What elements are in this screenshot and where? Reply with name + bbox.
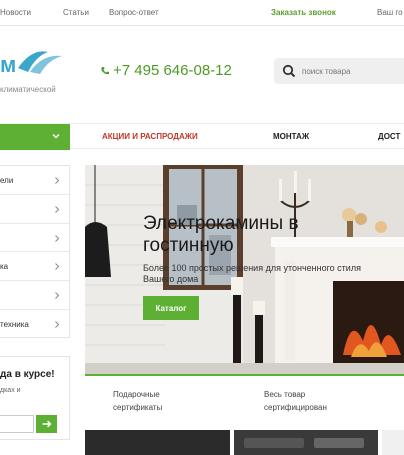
feature-line: Весь товар bbox=[264, 390, 306, 399]
chevron-down-icon bbox=[52, 133, 60, 139]
logo-tagline: климатической bbox=[0, 85, 56, 94]
hero-underline bbox=[85, 374, 404, 376]
account-link[interactable]: Ваш го bbox=[377, 8, 403, 17]
catalog-menu-button[interactable] bbox=[0, 124, 70, 150]
category-sidebar: ели ка техника bbox=[0, 165, 70, 338]
search-icon[interactable] bbox=[282, 64, 296, 78]
subscribe-submit-button[interactable] bbox=[36, 415, 57, 433]
sidebar-item[interactable]: техника bbox=[0, 310, 69, 339]
sidebar-item[interactable]: ка bbox=[0, 252, 69, 282]
phone-icon bbox=[101, 66, 109, 74]
subscribe-title: да в курсе! bbox=[0, 369, 55, 380]
chevron-right-icon bbox=[55, 263, 60, 271]
topbar-link-news[interactable]: Новости bbox=[0, 8, 31, 17]
search-box bbox=[274, 58, 404, 84]
hero-title: Электрокамины в гостинную bbox=[143, 213, 299, 256]
phone-number[interactable]: +7 495 646-08-12 bbox=[100, 62, 232, 79]
arrow-right-icon bbox=[42, 420, 51, 428]
logo-mark-icon: м bbox=[0, 51, 62, 77]
subscribe-box: да в курсе! дках и bbox=[0, 356, 70, 440]
chevron-right-icon bbox=[55, 234, 60, 242]
phone-text: +7 495 646-08-12 bbox=[113, 62, 232, 79]
sidebar-item-label: техника bbox=[0, 319, 29, 329]
page: Новости Статьи Вопрос-ответ Заказать зво… bbox=[0, 0, 404, 455]
feature-line: сертифицирован bbox=[264, 403, 327, 412]
main-nav: АКЦИИ И РАСПРОДАЖИ МОНТАЖ ДОСТ bbox=[0, 123, 404, 150]
sidebar-item-label: ели bbox=[0, 176, 14, 185]
top-bar: Новости Статьи Вопрос-ответ Заказать зво… bbox=[0, 0, 404, 26]
feature-line: сертификаты bbox=[113, 403, 163, 412]
nav-item-installation[interactable]: МОНТАЖ bbox=[273, 132, 309, 141]
sidebar-item-label: ка bbox=[0, 262, 9, 272]
feature-gift-cards[interactable]: Подарочные сертификаты bbox=[113, 388, 162, 414]
search-input[interactable] bbox=[302, 66, 402, 76]
nav-item-delivery[interactable]: ДОСТ bbox=[378, 132, 400, 141]
callback-link[interactable]: Заказать звонок bbox=[271, 8, 336, 17]
chevron-right-icon bbox=[55, 177, 60, 184]
product-tile[interactable] bbox=[85, 430, 230, 455]
subscribe-text: дках и bbox=[0, 387, 21, 394]
sidebar-item[interactable] bbox=[0, 281, 69, 310]
subscribe-email-input[interactable] bbox=[0, 415, 34, 433]
hero-banner[interactable]: Электрокамины в гостинную Более 100 прос… bbox=[85, 165, 404, 375]
topbar-link-articles[interactable]: Статьи bbox=[63, 8, 89, 17]
chevron-right-icon bbox=[55, 292, 60, 300]
product-tile[interactable] bbox=[234, 430, 378, 455]
product-thumbnail bbox=[244, 438, 364, 448]
chevron-right-icon bbox=[55, 205, 60, 213]
product-tile[interactable] bbox=[382, 430, 404, 455]
chevron-right-icon bbox=[55, 321, 60, 328]
hero-subtitle: Более 100 простых решения для утонченног… bbox=[143, 263, 361, 284]
sidebar-item[interactable] bbox=[0, 195, 69, 224]
topbar-link-faq[interactable]: Вопрос-ответ bbox=[109, 8, 159, 17]
feature-line: Подарочные bbox=[113, 390, 160, 399]
sidebar-item[interactable]: ели bbox=[0, 166, 69, 195]
svg-text:м: м bbox=[0, 52, 16, 77]
hero-catalog-button[interactable]: Каталог bbox=[143, 296, 199, 320]
sidebar-item[interactable] bbox=[0, 224, 69, 253]
nav-item-sales[interactable]: АКЦИИ И РАСПРОДАЖИ bbox=[102, 132, 198, 141]
feature-certified[interactable]: Весь товар сертифицирован bbox=[264, 388, 327, 414]
